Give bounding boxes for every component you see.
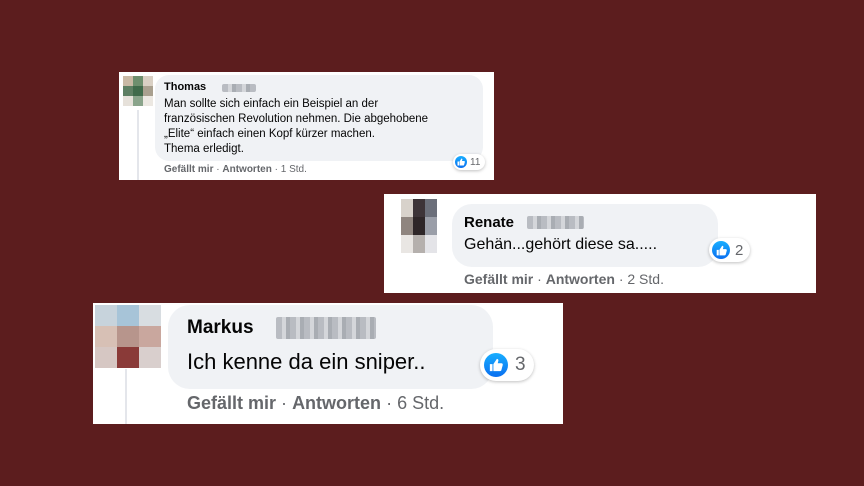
blurred-surname [527,216,584,229]
separator: · [281,393,288,413]
like-icon [484,353,508,377]
separator: · [386,393,393,413]
reaction-badge[interactable]: 2 [709,238,751,262]
like-link[interactable]: Gefällt mir [164,164,213,175]
comment-card-markus: Markus Ich kenne da ein sniper.. 3 Gefäl… [93,303,563,424]
like-icon [455,156,467,168]
thread-line [125,369,127,424]
comment-line: Man sollte sich einfach ein Beispiel an … [164,98,379,110]
reaction-count: 3 [515,354,526,375]
comment-timestamp[interactable]: 6 Std. [397,393,444,413]
comment-actions: Gefällt mir · Antworten · 1 Std. [164,164,307,175]
like-link[interactable]: Gefällt mir [464,271,533,287]
comment-text: Man sollte sich einfach ein Beispiel an … [164,97,428,157]
separator: · [216,164,220,175]
avatar[interactable] [123,76,153,106]
avatar[interactable] [401,199,437,253]
blurred-surname [222,84,256,92]
comment-author[interactable]: Renate [464,214,514,231]
blurred-surname [276,317,376,339]
separator: · [618,271,624,287]
comment-line: „Elite“ einfach einen Kopf kürzer machen… [164,128,375,140]
comment-timestamp[interactable]: 2 Std. [627,271,664,287]
comment-bubble: Thomas Man sollte sich einfach ein Beisp… [155,75,483,161]
reaction-count: 11 [470,156,481,168]
like-link[interactable]: Gefällt mir [187,393,276,413]
reply-link[interactable]: Antworten [546,271,615,287]
comment-card-thomas: Thomas Man sollte sich einfach ein Beisp… [119,72,494,180]
comment-bubble: Renate Gehän...gehört diese sa..... [452,204,718,267]
comment-timestamp[interactable]: 1 Std. [281,164,307,175]
comment-line: französischen Revolution nehmen. Die abg… [164,113,429,125]
comment-author[interactable]: Markus [187,317,254,339]
reaction-badge[interactable]: 11 [453,154,486,170]
thread-line [137,110,139,180]
comment-line: Thema erledigt. [164,143,244,155]
comment-bubble: Markus Ich kenne da ein sniper.. [168,305,493,389]
reply-link[interactable]: Antworten [222,164,271,175]
avatar[interactable] [95,305,161,368]
reaction-count: 2 [735,241,744,259]
comment-card-renate: Renate Gehän...gehört diese sa..... 2 Ge… [384,194,816,293]
separator: · [537,271,542,287]
comment-text: Ich kenne da ein sniper.. [187,349,426,374]
separator: · [274,164,278,175]
like-icon [712,241,730,259]
reaction-badge[interactable]: 3 [480,349,534,381]
comment-author[interactable]: Thomas [164,81,206,93]
comment-actions: Gefällt mir · Antworten · 6 Std. [187,393,444,414]
comment-text: Gehän...gehört diese sa..... [464,236,658,253]
comment-actions: Gefällt mir · Antworten · 2 Std. [464,271,664,287]
reply-link[interactable]: Antworten [292,393,381,413]
